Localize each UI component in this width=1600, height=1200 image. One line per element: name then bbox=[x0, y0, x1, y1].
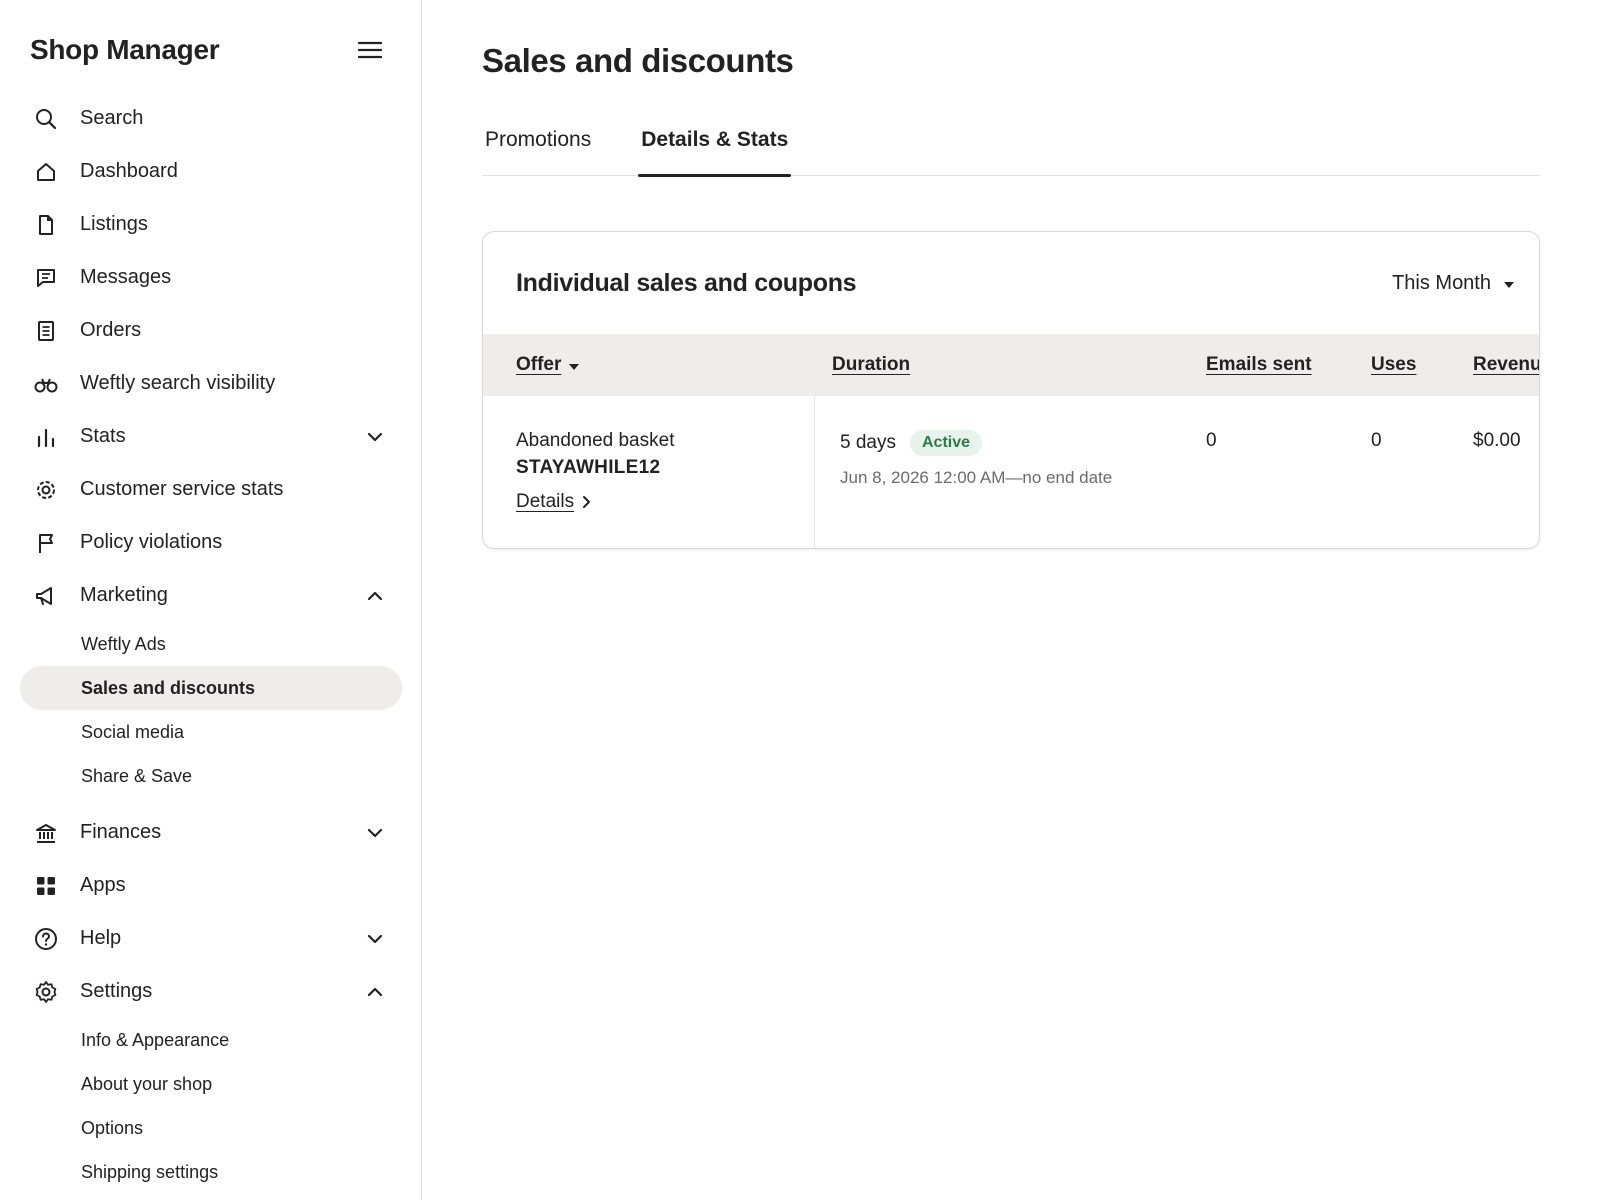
column-header-offer[interactable]: Offer bbox=[516, 354, 580, 376]
sidebar-subitem-weftly-ads[interactable]: Weftly Ads bbox=[20, 622, 402, 666]
hamburger-menu-icon[interactable] bbox=[353, 33, 387, 67]
sidebar-item-label: Search bbox=[80, 107, 144, 129]
table-row: Abandoned basket STAYAWHILE12 Details 5 … bbox=[483, 396, 1539, 548]
offer-code: STAYAWHILE12 bbox=[516, 457, 661, 478]
sidebar-item-label: Orders bbox=[80, 319, 142, 341]
period-dropdown[interactable]: This Month bbox=[1392, 272, 1515, 295]
details-link[interactable]: Details bbox=[516, 491, 591, 513]
app-root: Shop Manager Search Dashboard Listings M… bbox=[0, 0, 1600, 1200]
bank-icon bbox=[34, 821, 58, 845]
card-header: Individual sales and coupons This Month bbox=[483, 232, 1539, 334]
sidebar-item-label: Help bbox=[80, 927, 122, 949]
sidebar-subitem-sales-and-discounts[interactable]: Sales and discounts bbox=[20, 666, 402, 710]
sidebar-item-finances[interactable]: Finances bbox=[20, 806, 402, 859]
home-icon bbox=[34, 160, 58, 184]
column-header-revenue[interactable]: Revenu bbox=[1473, 354, 1539, 376]
sidebar-item-listings[interactable]: Listings bbox=[20, 198, 402, 251]
sidebar-item-stats[interactable]: Stats bbox=[20, 410, 402, 463]
column-header-label: Offer bbox=[516, 354, 562, 375]
megaphone-icon bbox=[34, 584, 58, 608]
chevron-right-icon bbox=[582, 495, 591, 509]
sidebar-item-label: Stats bbox=[80, 425, 126, 447]
tab-details-stats[interactable]: Details & Stats bbox=[638, 120, 792, 177]
sidebar-item-policy-violations[interactable]: Policy violations bbox=[20, 516, 402, 569]
tab-promotions[interactable]: Promotions bbox=[482, 120, 594, 176]
details-link-label: Details bbox=[516, 491, 575, 512]
sidebar-subitem-info-appearance[interactable]: Info & Appearance bbox=[20, 1018, 402, 1062]
caret-down-icon bbox=[1503, 272, 1515, 295]
chevron-down-icon[interactable] bbox=[364, 426, 386, 448]
chevron-down-icon[interactable] bbox=[364, 928, 386, 950]
grid-icon bbox=[34, 874, 58, 898]
offer-name: Abandoned basket bbox=[516, 430, 675, 451]
sidebar: Shop Manager Search Dashboard Listings M… bbox=[0, 0, 422, 1200]
settings-icon bbox=[34, 980, 58, 1004]
sidebar-subitem-social-media[interactable]: Social media bbox=[20, 710, 402, 754]
sidebar-item-search-visibility[interactable]: Weftly search visibility bbox=[20, 357, 402, 410]
help-circle-icon bbox=[34, 927, 58, 951]
sidebar-subitem-about-your-shop[interactable]: About your shop bbox=[20, 1062, 402, 1106]
sidebar-item-label: Weftly search visibility bbox=[80, 372, 276, 394]
bar-chart-icon bbox=[34, 425, 58, 449]
sidebar-subitem-share-and-save[interactable]: Share & Save bbox=[20, 754, 402, 798]
sidebar-item-label: Customer service stats bbox=[80, 478, 284, 500]
sidebar-item-search[interactable]: Search bbox=[20, 92, 402, 145]
sidebar-nav: Search Dashboard Listings Messages Order… bbox=[20, 92, 402, 1194]
sidebar-subitem-shipping-settings[interactable]: Shipping settings bbox=[20, 1150, 402, 1194]
main-content: Sales and discounts Promotions Details &… bbox=[422, 0, 1600, 1200]
column-header-emails-sent[interactable]: Emails sent bbox=[1206, 354, 1312, 376]
sort-caret-icon bbox=[569, 354, 580, 376]
sidebar-item-customer-service-stats[interactable]: Customer service stats bbox=[20, 463, 402, 516]
gear-badge-icon bbox=[34, 478, 58, 502]
revenue-value: $0.00 bbox=[1473, 430, 1521, 451]
receipt-icon bbox=[34, 319, 58, 343]
sidebar-header: Shop Manager bbox=[30, 30, 391, 70]
sidebar-item-label: Settings bbox=[80, 980, 153, 1002]
table-header: Offer Duration Emails sent Uses Revenu bbox=[483, 334, 1539, 396]
date-range: Jun 8, 2026 12:00 AM—no end date bbox=[840, 468, 1113, 487]
column-divider bbox=[814, 396, 815, 548]
sidebar-item-orders[interactable]: Orders bbox=[20, 304, 402, 357]
chevron-down-icon[interactable] bbox=[364, 822, 386, 844]
search-icon bbox=[34, 107, 58, 131]
document-icon bbox=[34, 213, 58, 237]
chevron-up-icon[interactable] bbox=[364, 585, 386, 607]
uses-value: 0 bbox=[1371, 430, 1382, 451]
sidebar-item-apps[interactable]: Apps bbox=[20, 859, 402, 912]
sidebar-item-messages[interactable]: Messages bbox=[20, 251, 402, 304]
sidebar-item-label: Dashboard bbox=[80, 160, 178, 182]
message-icon bbox=[34, 266, 58, 290]
tab-bar: Promotions Details & Stats bbox=[482, 120, 1540, 177]
sidebar-item-marketing[interactable]: Marketing bbox=[20, 569, 402, 622]
sidebar-item-dashboard[interactable]: Dashboard bbox=[20, 145, 402, 198]
sidebar-item-label: Listings bbox=[80, 213, 148, 235]
card-title: Individual sales and coupons bbox=[516, 268, 857, 297]
sidebar-item-settings[interactable]: Settings bbox=[20, 965, 402, 1018]
sales-coupons-card: Individual sales and coupons This Month … bbox=[482, 231, 1540, 549]
sidebar-item-label: Apps bbox=[80, 874, 126, 896]
page-title: Sales and discounts bbox=[482, 42, 794, 79]
chevron-up-icon[interactable] bbox=[364, 981, 386, 1003]
status-badge: Active bbox=[909, 430, 983, 456]
column-header-uses[interactable]: Uses bbox=[1371, 354, 1416, 376]
binoculars-icon bbox=[34, 372, 58, 396]
sidebar-subitem-options[interactable]: Options bbox=[20, 1106, 402, 1150]
emails-sent-value: 0 bbox=[1206, 430, 1217, 451]
sidebar-item-label: Policy violations bbox=[80, 531, 223, 553]
column-header-duration[interactable]: Duration bbox=[832, 354, 910, 376]
sidebar-item-label: Marketing bbox=[80, 584, 168, 606]
sidebar-item-label: Messages bbox=[80, 266, 172, 288]
period-value: This Month bbox=[1392, 271, 1491, 294]
duration-value: 5 days bbox=[840, 432, 896, 453]
sidebar-item-label: Finances bbox=[80, 821, 162, 843]
flag-icon bbox=[34, 531, 58, 555]
duration-cell: 5 days Active bbox=[840, 430, 983, 456]
app-title: Shop Manager bbox=[30, 34, 220, 65]
sidebar-item-help[interactable]: Help bbox=[20, 912, 402, 965]
